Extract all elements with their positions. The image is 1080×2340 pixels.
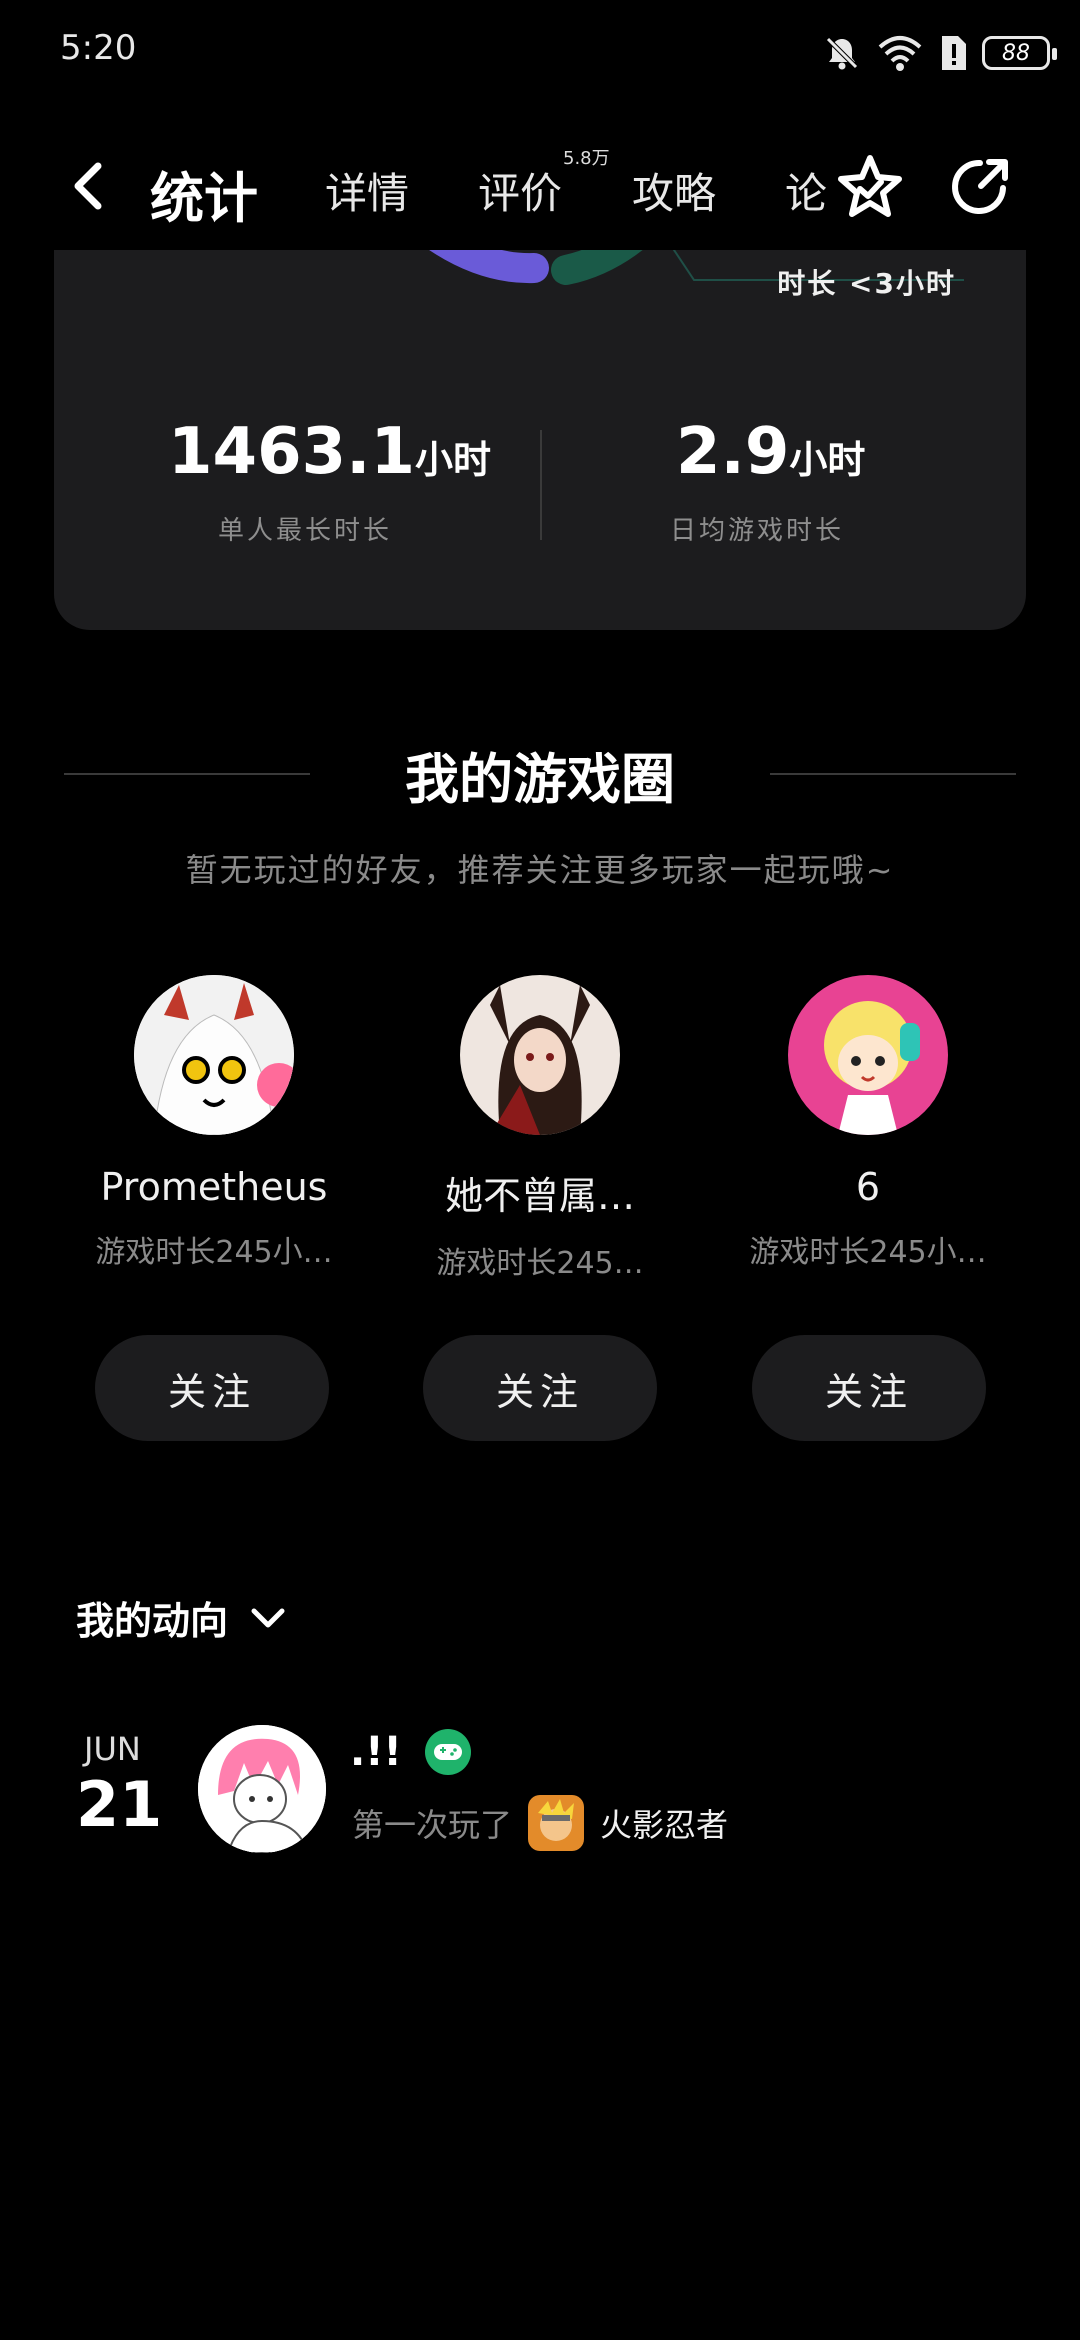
friend-playtime: 游戏时长245… (436, 1246, 644, 1281)
daily-playtime-unit: 小时 (789, 438, 866, 482)
favorite-button[interactable] (835, 152, 905, 222)
back-button[interactable] (60, 156, 120, 216)
follow-button[interactable]: 关注 (423, 1335, 657, 1441)
friend-card[interactable]: Prometheus 游戏时长245小… (64, 975, 364, 1271)
star-check-icon (838, 155, 902, 217)
follow-button[interactable]: 关注 (752, 1335, 986, 1441)
max-playtime-value: 1463.1小时 (168, 415, 491, 489)
friend-playtime: 游戏时长245小… (749, 1235, 987, 1270)
avatar[interactable] (460, 975, 620, 1135)
stats-divider (540, 430, 542, 540)
battery-icon: 88 (982, 36, 1057, 70)
game-circle-hint: 暂无玩过的好友，推荐关注更多玩家一起玩哦~ (185, 851, 895, 889)
friend-name: 6 (855, 1165, 881, 1209)
chevron-left-icon (74, 162, 102, 210)
friend-card[interactable]: 她不曾属… 游戏时长245… (390, 975, 690, 1282)
activity-username: .!! (350, 1729, 402, 1775)
share-button[interactable] (945, 152, 1015, 222)
tab-details[interactable]: 详情 (325, 160, 409, 221)
activity-avatar[interactable] (198, 1725, 326, 1853)
avatar[interactable] (788, 975, 948, 1135)
activity-day: 21 (76, 1768, 163, 1841)
avatar[interactable] (134, 975, 294, 1135)
avatar-illustration-icon (460, 975, 620, 1135)
avatar-illustration-icon (134, 975, 294, 1135)
alert-sim-icon (942, 36, 966, 70)
battery-level: 88 (1002, 40, 1030, 66)
daily-playtime-number: 2.9 (676, 415, 790, 489)
status-icons: 88 (822, 28, 1057, 78)
friend-name: 她不曾属… (444, 1174, 635, 1218)
top-nav: 统计 详情 评价 5.8万 攻略 论 (0, 130, 1080, 250)
gamepad-badge-icon (424, 1729, 471, 1775)
activity-user: .!! (350, 1728, 472, 1776)
avatar-illustration-icon (198, 1725, 326, 1853)
title-divider-right (770, 773, 1016, 775)
friend-playtime: 游戏时长245小… (95, 1235, 333, 1270)
reviews-count-badge: 5.8万 (563, 148, 610, 169)
max-playtime-number: 1463.1 (168, 415, 415, 489)
chevron-down-icon (251, 1608, 285, 1627)
friend-name: Prometheus (100, 1165, 328, 1209)
wifi-icon (878, 36, 922, 71)
max-playtime-label: 单人最长时长 (218, 516, 393, 546)
chart-bubble-label: 时长 <3小时 (777, 267, 956, 300)
daily-playtime-value: 2.9小时 (676, 415, 865, 489)
tab-reviews[interactable]: 评价 (478, 160, 562, 221)
tab-forum[interactable]: 论 (785, 160, 827, 221)
avatar-illustration-icon (788, 975, 948, 1135)
status-time: 5:20 (60, 28, 137, 68)
activity-description: 第一次玩了 火影忍者 (352, 1795, 728, 1851)
tab-guides[interactable]: 攻略 (632, 160, 716, 221)
activity-action: 第一次玩了 (352, 1806, 513, 1844)
stats-card: 时长 <3小时 1463.1小时 单人最长时长 2.9小时 日均游戏时长 (54, 230, 1026, 630)
activity-game-name[interactable]: 火影忍者 (600, 1800, 728, 1846)
max-playtime-unit: 小时 (414, 438, 491, 482)
mute-bell-icon (826, 37, 858, 70)
follow-button[interactable]: 关注 (95, 1335, 329, 1441)
share-arrow-icon (952, 159, 1008, 214)
tab-stats[interactable]: 统计 (150, 154, 258, 233)
my-activity-title: 我的动向 (76, 1599, 229, 1643)
my-activity-dropdown[interactable]: 我的动向 (76, 1590, 290, 1645)
naruto-game-icon[interactable] (528, 1795, 585, 1851)
activity-month: JUN (84, 1730, 141, 1768)
friend-card[interactable]: 6 游戏时长245小… (718, 975, 1018, 1271)
daily-playtime-label: 日均游戏时长 (670, 516, 845, 546)
